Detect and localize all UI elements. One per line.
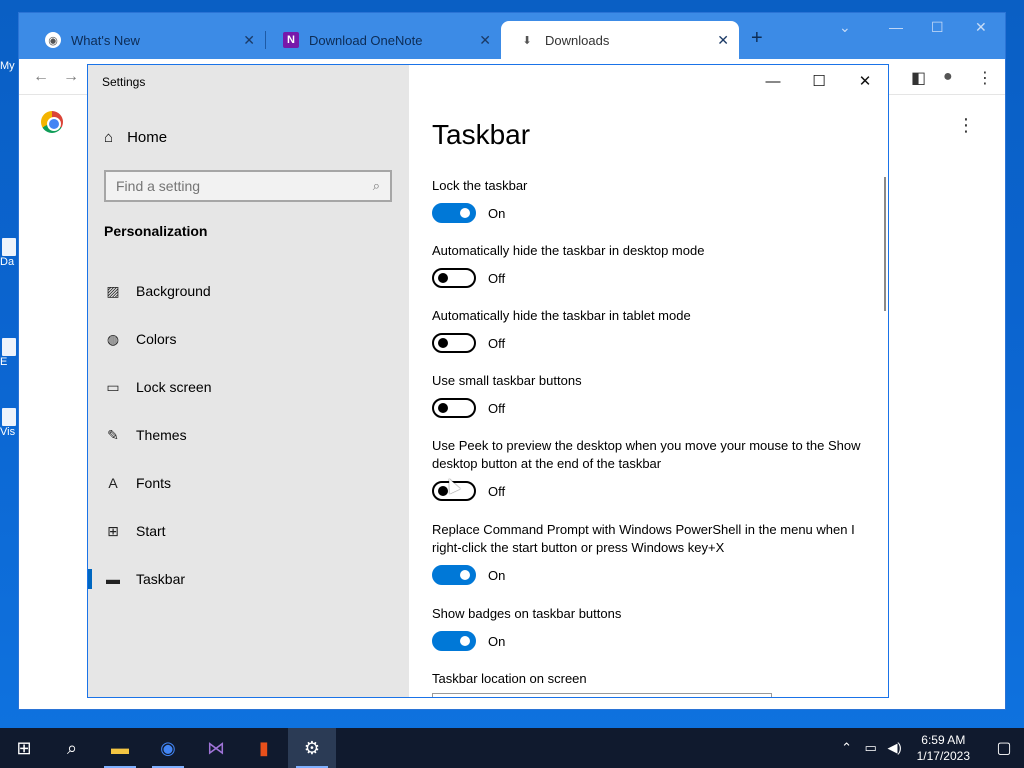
network-icon[interactable]: ▭ — [859, 740, 883, 756]
setting-badges: Show badges on taskbar buttons On — [432, 605, 862, 651]
clock[interactable]: 6:59 AM 1/17/2023 — [917, 732, 970, 764]
taskbar-icon: ▬ — [106, 571, 120, 587]
new-tab-button[interactable]: + — [751, 27, 763, 50]
chrome-menu-icon[interactable]: ⋮ — [977, 68, 993, 88]
desktop-icon-label[interactable]: Vis — [0, 408, 18, 438]
nav-item-taskbar[interactable]: ▬ Taskbar — [88, 555, 409, 603]
search-input[interactable] — [116, 178, 373, 194]
desktop-icon-label[interactable]: My — [0, 60, 18, 72]
nav-item-colors[interactable]: ◍ Colors — [88, 315, 409, 363]
tab-whats-new[interactable]: ◉ What's New ✕ — [27, 21, 265, 59]
toggle-switch[interactable] — [432, 268, 476, 288]
close-button[interactable]: ✕ — [975, 19, 987, 36]
fonts-icon: A — [108, 475, 118, 491]
volume-icon[interactable]: ◀) — [883, 740, 907, 756]
tab-downloads[interactable]: ⬇ Downloads ✕ — [501, 21, 739, 59]
file-explorer-icon[interactable]: ▬ — [96, 728, 144, 768]
desktop-icon-label[interactable]: Da — [0, 238, 18, 268]
back-icon[interactable]: ← — [33, 68, 49, 86]
desktop-file-icon — [2, 338, 16, 356]
maximize-button[interactable]: ☐ — [931, 19, 944, 36]
nav-list: ▨ Background ◍ Colors ▭ Lock screen ✎ Themes… — [88, 267, 409, 603]
settings-sidebar: Settings ⌂ Home ⌕ Personalization ▨Backg… — [88, 65, 409, 697]
picture-icon: ▨ — [106, 282, 120, 299]
tab-search-icon[interactable]: ⌄ — [839, 19, 851, 36]
toggle-switch[interactable] — [432, 565, 476, 585]
toggle-switch[interactable] — [432, 333, 476, 353]
window-controls: — ☐ ✕ — [750, 65, 888, 97]
download-icon: ⬇ — [522, 34, 532, 47]
nav-item-start[interactable]: ⊞ Start — [88, 507, 409, 555]
minimize-button[interactable]: — — [889, 19, 903, 35]
minimize-button[interactable]: — — [750, 65, 796, 97]
windows-taskbar: ⊞ ⌕ ▬ ◉ ⋈ ▮ ⚙ ⌃ ▭ ◀) 6:59 AM 1/17/2023 ▢ — [0, 728, 1024, 768]
settings-icon[interactable]: ⚙ — [288, 728, 336, 768]
scrollbar[interactable] — [884, 177, 886, 311]
start-icon: ⊞ — [107, 522, 119, 539]
setting-autohide-desktop: Automatically hide the taskbar in deskto… — [432, 242, 862, 288]
setting-location: Taskbar location on screen — [432, 671, 587, 686]
palette-icon: ◍ — [106, 330, 120, 347]
close-tab-icon[interactable]: ✕ — [479, 32, 491, 49]
notification-icon[interactable]: ▢ — [984, 738, 1024, 758]
page-menu-icon[interactable]: ⋮ — [957, 115, 975, 136]
search-icon[interactable]: ⌕ — [373, 178, 380, 194]
chrome-logo-icon — [41, 111, 63, 133]
nav-item-themes[interactable]: ✎ Themes — [88, 411, 409, 459]
nav-item-lock-screen[interactable]: ▭ Lock screen — [88, 363, 409, 411]
visual-studio-icon[interactable]: ⋈ — [192, 728, 240, 768]
system-tray: ⌃ ▭ ◀) 6:59 AM 1/17/2023 ▢ — [835, 728, 1024, 768]
desktop-file-icon — [2, 408, 16, 426]
toggle-switch[interactable] — [432, 203, 476, 223]
themes-icon: ✎ — [107, 426, 119, 443]
chrome-tab-strip: ◉ What's New ✕ N Download OneNote ✕ ⬇ Do… — [19, 13, 1005, 59]
setting-small-buttons: Use small taskbar buttons Off — [432, 372, 862, 418]
setting-autohide-tablet: Automatically hide the taskbar in tablet… — [432, 307, 862, 353]
setting-peek: Use Peek to preview the desktop when you… — [432, 437, 862, 501]
page-title: Taskbar — [432, 119, 531, 150]
forward-icon[interactable]: → — [63, 68, 79, 86]
setting-lock-taskbar: Lock the taskbar On — [432, 177, 862, 223]
toggle-switch[interactable] — [432, 398, 476, 418]
search-box[interactable]: ⌕ — [104, 170, 392, 202]
desktop-icon-label[interactable]: E — [0, 338, 18, 368]
desktop-file-icon — [2, 238, 16, 256]
profile-icon[interactable]: ● — [943, 68, 953, 86]
start-button[interactable]: ⊞ — [0, 728, 48, 768]
close-tab-icon[interactable]: ✕ — [717, 32, 729, 49]
section-heading: Personalization — [104, 223, 208, 239]
tab-download-onenote[interactable]: N Download OneNote ✕ — [265, 21, 501, 59]
close-tab-icon[interactable]: ✕ — [243, 32, 255, 49]
maximize-button[interactable]: ☐ — [796, 65, 842, 97]
side-panel-icon[interactable]: ◧ — [911, 68, 926, 88]
setting-powershell: Replace Command Prompt with Windows Powe… — [432, 521, 862, 585]
nav-item-background[interactable]: ▨ Background — [88, 267, 409, 315]
nav-item-fonts[interactable]: A Fonts — [88, 459, 409, 507]
home-link[interactable]: ⌂ Home — [104, 129, 167, 146]
search-icon[interactable]: ⌕ — [48, 728, 96, 768]
onenote-icon: N — [283, 32, 299, 48]
chrome-icon: ◉ — [45, 32, 61, 48]
close-button[interactable]: ✕ — [842, 65, 888, 97]
location-dropdown[interactable] — [432, 693, 772, 697]
office-icon[interactable]: ▮ — [240, 728, 288, 768]
window-title: Settings — [102, 75, 146, 89]
lock-screen-icon: ▭ — [106, 378, 120, 395]
chrome-icon[interactable]: ◉ — [144, 728, 192, 768]
home-icon: ⌂ — [104, 129, 114, 146]
toggle-switch[interactable] — [432, 631, 476, 651]
chevron-up-icon[interactable]: ⌃ — [835, 740, 859, 756]
settings-window: Settings ⌂ Home ⌕ Personalization ▨Backg… — [87, 64, 889, 698]
